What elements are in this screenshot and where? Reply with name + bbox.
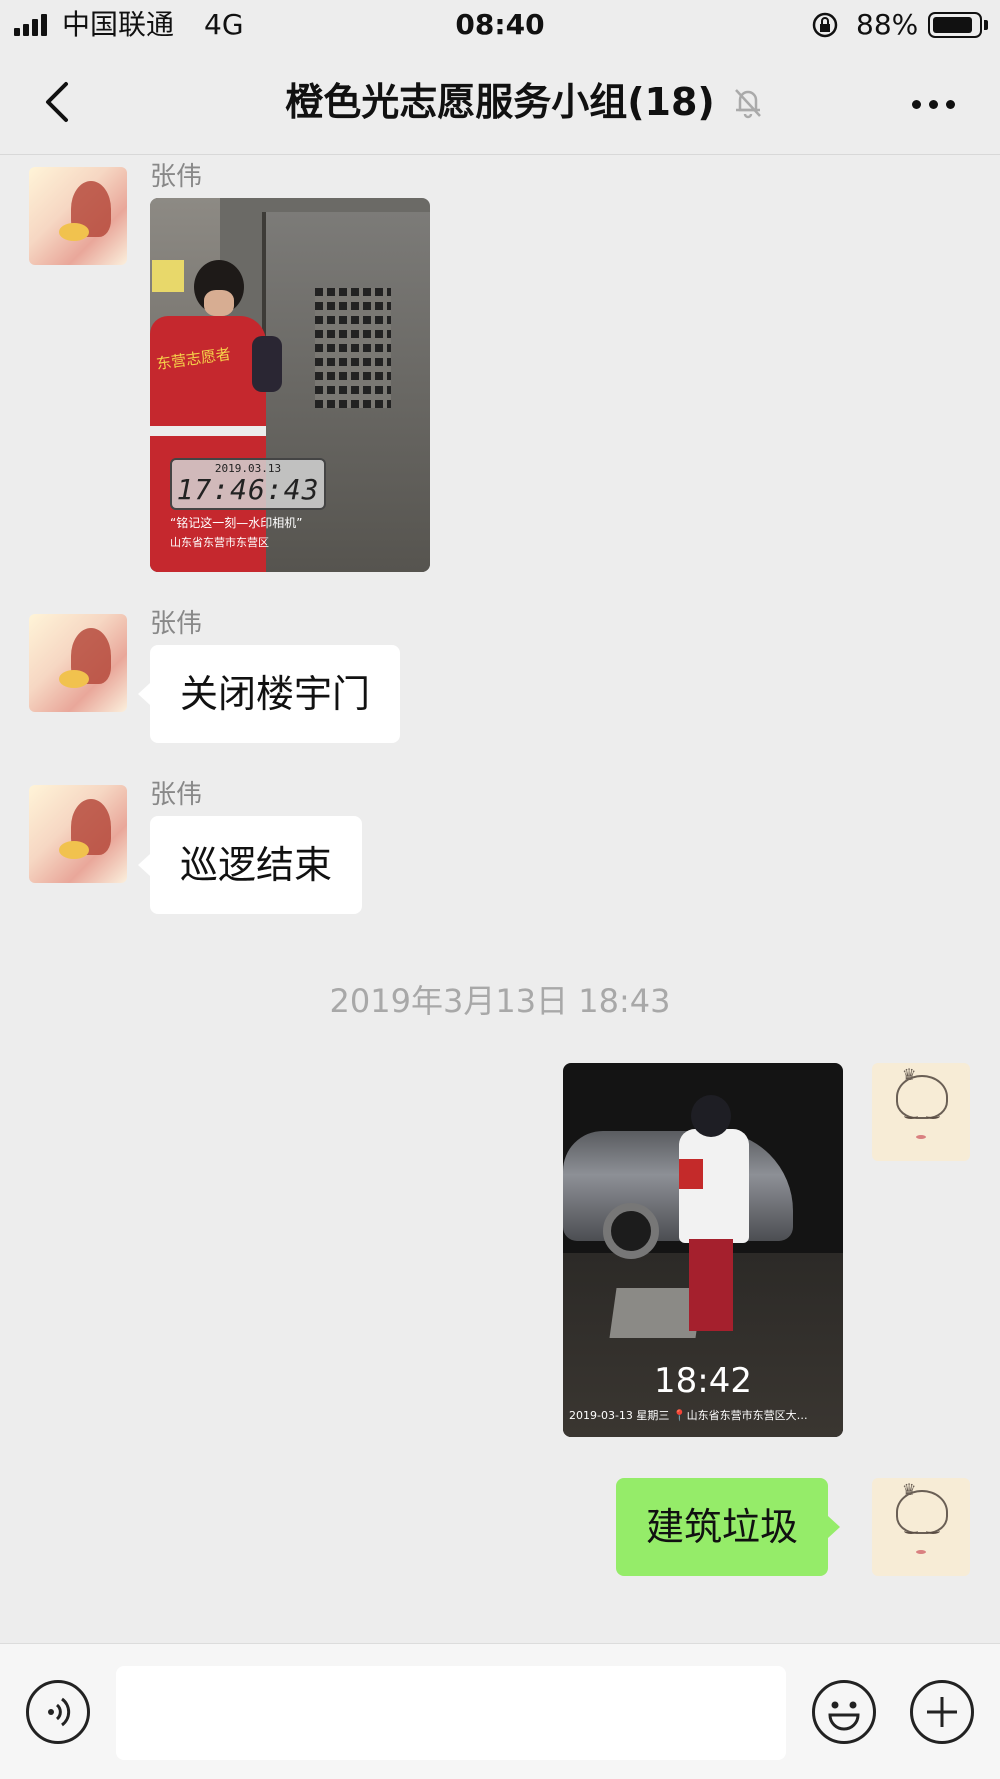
plus-icon [927,1697,957,1727]
image-message[interactable]: 18:42 2019-03-13 星期三 📍山东省东营市东营区大… [563,1063,843,1437]
message-bubble[interactable]: 建筑垃圾 [616,1478,841,1576]
watermark-location: 山东省东营市东营区 [170,536,269,549]
message-text: 巡逻结束 [180,843,333,887]
watermark-time: 18:42 [654,1361,752,1401]
back-button[interactable] [30,72,90,132]
message-bubble[interactable]: 关闭楼宇门 [138,645,401,743]
more-button[interactable] [900,72,966,132]
battery-percent: 88% [856,8,919,41]
sender-avatar[interactable] [29,167,127,265]
watermark-quote: “铭记这一刻—水印相机” [170,516,303,530]
watermark-clock: 2019.03.13 17:46:43 [170,458,326,510]
sender-avatar[interactable] [29,785,127,883]
message-timestamp: 2019年3月13日 18:43 [329,982,671,1020]
battery-icon [928,12,982,38]
status-bar: 中国联通 4G 08:40 88% [0,0,1000,50]
chat-title: 橙色光志愿服务小组(18) [285,80,715,124]
voice-icon [48,1697,71,1727]
bell-off-icon [735,89,761,119]
sender-name: 张伟 [150,162,203,192]
my-avatar[interactable]: ♛ [872,1063,970,1161]
message-input[interactable] [116,1666,786,1760]
chat-header: 橙色光志愿服务小组(18) [0,50,1000,155]
clock: 08:40 [455,8,545,41]
input-bar [0,1643,1000,1779]
watermark-caption: 2019-03-13 星期三 📍山东省东营市东营区大… [569,1409,808,1422]
sender-name: 张伟 [150,609,203,639]
chevron-left-icon [46,82,68,122]
sender-avatar[interactable] [29,614,127,712]
voice-button[interactable] [26,1680,90,1744]
message-text: 建筑垃圾 [646,1505,799,1549]
rotation-lock-icon [812,12,838,38]
emoji-button[interactable] [812,1680,876,1744]
emoji-icon [828,1701,860,1731]
image-message[interactable]: 东营志愿者 2019.03.13 17:46:43 “铭记这一刻—水印相机” 山… [150,198,430,572]
sender-name: 张伟 [150,780,203,810]
more-functions-button[interactable] [910,1680,974,1744]
my-avatar[interactable]: ♛ [872,1478,970,1576]
message-bubble[interactable]: 巡逻结束 [138,816,363,914]
message-text: 关闭楼宇门 [180,672,371,716]
